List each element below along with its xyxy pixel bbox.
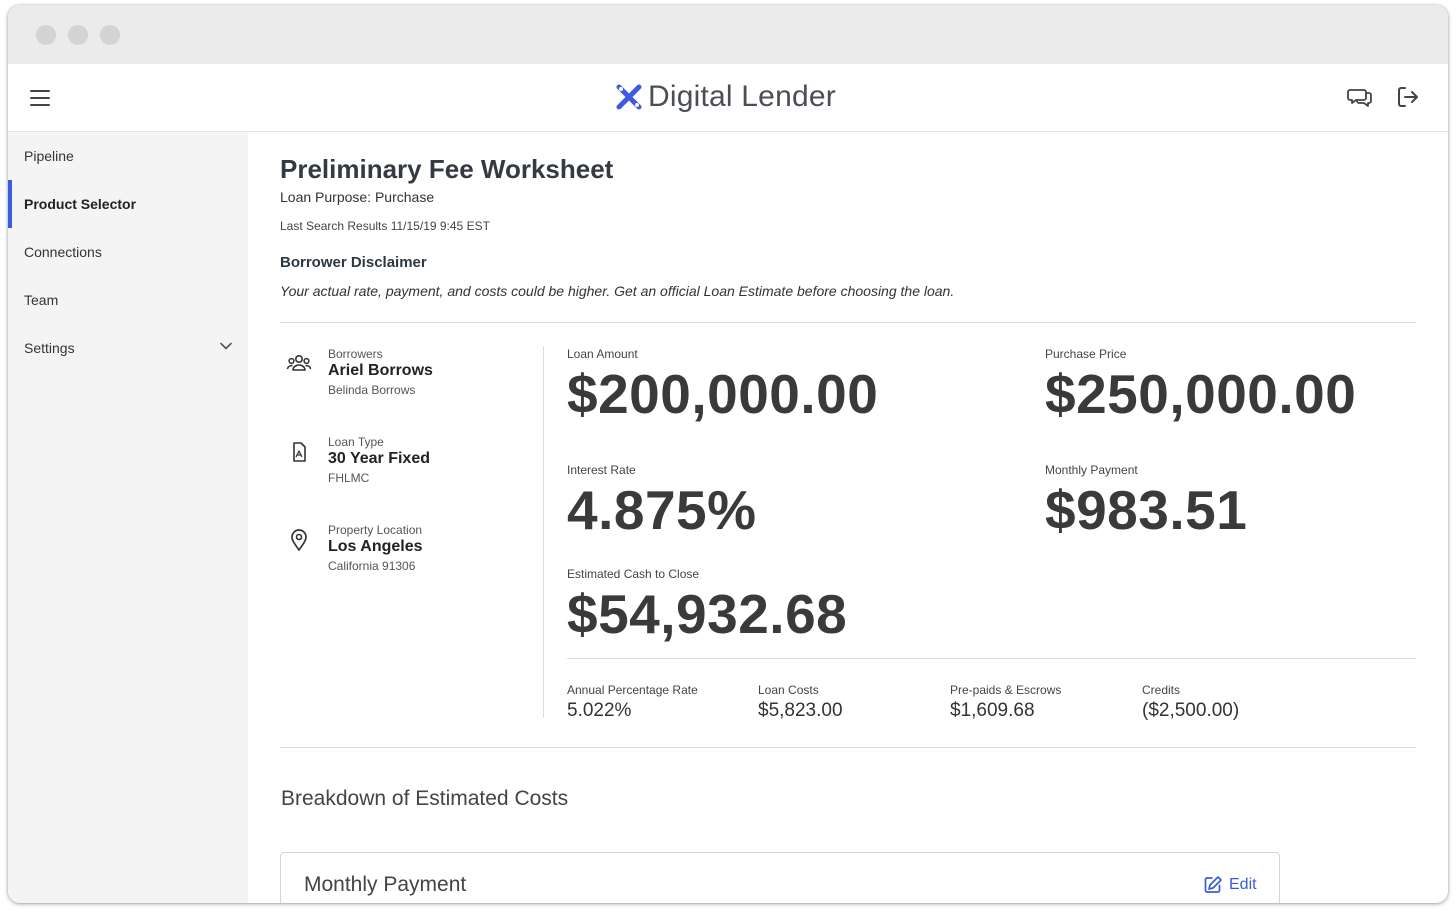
loan-purpose: Loan Purpose: Purchase bbox=[280, 189, 435, 205]
loan-costs-value: $5,823.00 bbox=[758, 700, 843, 721]
location-city: Los Angeles bbox=[328, 538, 423, 555]
last-search-results: Last Search Results 11/15/19 9:45 EST bbox=[280, 219, 490, 233]
credits-value: ($2,500.00) bbox=[1142, 700, 1240, 721]
interest-rate-caption: Interest Rate bbox=[567, 463, 636, 477]
loan-costs-block: Loan Costs $5,823.00 bbox=[758, 683, 843, 722]
primary-borrower: Ariel Borrows bbox=[328, 362, 433, 379]
cash-to-close-value: $54,932.68 bbox=[567, 583, 848, 645]
loan-type-caption: Loan Type bbox=[328, 435, 384, 449]
apr-block: Annual Percentage Rate 5.022% bbox=[567, 683, 698, 722]
location-pin-icon bbox=[291, 529, 307, 551]
sidebar-item-label: Settings bbox=[24, 340, 75, 356]
window-zoom-dot[interactable] bbox=[100, 25, 120, 45]
monthly-payment-card: Monthly Payment Edit bbox=[280, 852, 1280, 903]
main-content: Preliminary Fee Worksheet Loan Purpose: … bbox=[280, 132, 1420, 903]
people-icon bbox=[286, 355, 312, 371]
menu-icon[interactable] bbox=[30, 90, 50, 106]
prepaids-block: Pre-paids & Escrows $1,609.68 bbox=[950, 683, 1061, 722]
sidebar-item-label: Pipeline bbox=[24, 148, 74, 164]
sidebar-item-connections[interactable]: Connections bbox=[8, 228, 248, 276]
logo-mark-icon bbox=[616, 84, 642, 110]
loan-costs-caption: Loan Costs bbox=[758, 683, 819, 697]
loan-amount-block: Loan Amount $200,000.00 bbox=[567, 347, 878, 425]
purchase-price-value: $250,000.00 bbox=[1045, 363, 1357, 425]
borrowers-caption: Borrowers bbox=[328, 347, 383, 361]
chat-icon[interactable] bbox=[1347, 84, 1373, 110]
divider bbox=[567, 658, 1416, 659]
app-logo: Digital Lender bbox=[616, 79, 836, 115]
prepaids-value: $1,609.68 bbox=[950, 700, 1035, 721]
edit-icon bbox=[1204, 876, 1222, 893]
sidebar-item-pipeline[interactable]: Pipeline bbox=[8, 132, 248, 180]
sidebar-item-label: Product Selector bbox=[24, 196, 137, 212]
document-icon bbox=[293, 442, 306, 462]
sidebar-item-product-selector[interactable]: Product Selector bbox=[8, 180, 248, 228]
browser-window: Digital Lender Pipeline Product Selector… bbox=[8, 5, 1448, 903]
loan-type-agency: FHLMC bbox=[328, 471, 370, 485]
co-borrower: Belinda Borrows bbox=[328, 383, 416, 397]
window-close-dot[interactable] bbox=[36, 25, 56, 45]
divider bbox=[280, 747, 1416, 748]
apr-caption: Annual Percentage Rate bbox=[567, 683, 698, 697]
prepaids-caption: Pre-paids & Escrows bbox=[950, 683, 1062, 697]
monthly-payment-caption: Monthly Payment bbox=[1045, 463, 1138, 477]
sidebar: Pipeline Product Selector Connections Te… bbox=[8, 132, 248, 903]
credits-block: Credits ($2,500.00) bbox=[1142, 683, 1239, 722]
chevron-down-icon[interactable] bbox=[220, 342, 232, 350]
app-header: Digital Lender bbox=[8, 64, 1448, 132]
window-minimize-dot[interactable] bbox=[68, 25, 88, 45]
card-title: Monthly Payment bbox=[304, 873, 467, 896]
page-title: Preliminary Fee Worksheet bbox=[280, 154, 614, 184]
purchase-price-block: Purchase Price $250,000.00 bbox=[1045, 347, 1356, 425]
vertical-divider bbox=[543, 346, 544, 718]
sidebar-item-label: Connections bbox=[24, 244, 102, 260]
cash-to-close-caption: Estimated Cash to Close bbox=[567, 567, 700, 581]
window-titlebar bbox=[8, 5, 1448, 64]
location-caption: Property Location bbox=[328, 523, 423, 537]
sidebar-item-settings[interactable]: Settings bbox=[8, 324, 248, 372]
disclaimer-heading: Borrower Disclaimer bbox=[280, 254, 427, 271]
logout-icon[interactable] bbox=[1395, 84, 1421, 110]
app-name: Digital Lender bbox=[648, 80, 836, 113]
apr-value: 5.022% bbox=[567, 700, 632, 721]
monthly-payment-block: Monthly Payment $983.51 bbox=[1045, 463, 1247, 541]
edit-button[interactable]: Edit bbox=[1203, 875, 1257, 895]
location-state-zip: California 91306 bbox=[328, 559, 416, 573]
loan-amount-caption: Loan Amount bbox=[567, 347, 638, 361]
sidebar-item-team[interactable]: Team bbox=[8, 276, 248, 324]
divider bbox=[280, 322, 1416, 323]
credits-caption: Credits bbox=[1142, 683, 1181, 697]
breakdown-heading: Breakdown of Estimated Costs bbox=[281, 787, 569, 810]
cash-to-close-block: Estimated Cash to Close $54,932.68 bbox=[567, 567, 847, 645]
disclaimer-text: Your actual rate, payment, and costs cou… bbox=[280, 283, 955, 299]
loan-amount-value: $200,000.00 bbox=[567, 363, 879, 425]
interest-rate-block: Interest Rate 4.875% bbox=[567, 463, 757, 541]
interest-rate-value: 4.875% bbox=[567, 479, 757, 541]
loan-type-value: 30 Year Fixed bbox=[328, 450, 430, 467]
sidebar-item-label: Team bbox=[24, 292, 59, 308]
edit-label: Edit bbox=[1229, 876, 1257, 893]
monthly-payment-value: $983.51 bbox=[1045, 479, 1248, 541]
purchase-price-caption: Purchase Price bbox=[1045, 347, 1127, 361]
